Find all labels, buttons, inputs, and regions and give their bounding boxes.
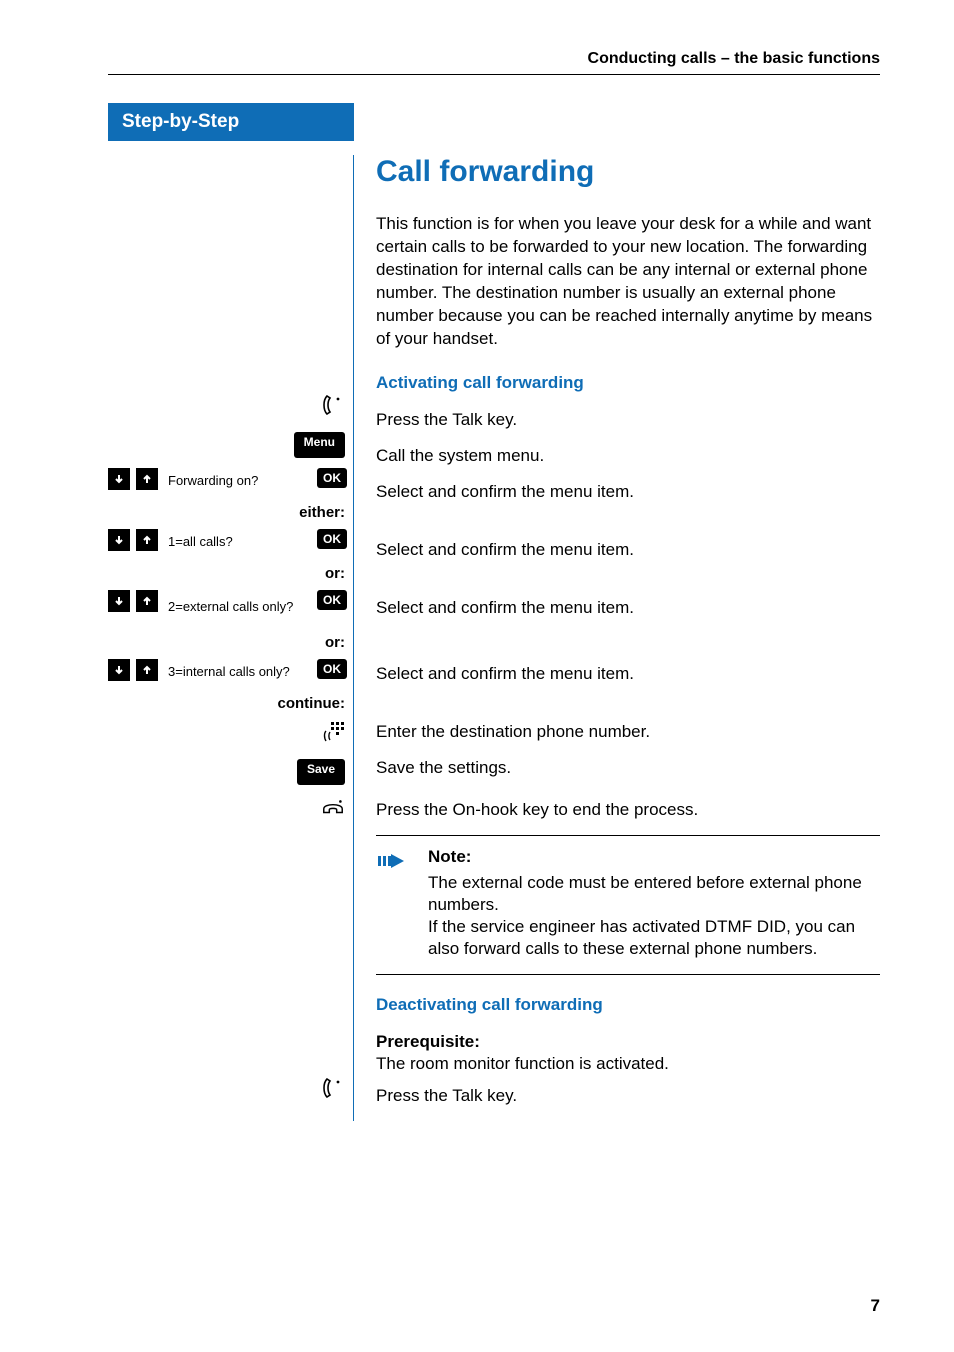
step-text: Select and confirm the menu item.: [376, 663, 880, 689]
ok-button[interactable]: OK: [317, 590, 347, 610]
nav-row-internal: 3=internal calls only? OK: [108, 659, 347, 685]
step-text: Select and confirm the menu item.: [376, 539, 880, 565]
talk-key-icon: [321, 393, 345, 422]
arrow-up-icon[interactable]: [136, 529, 158, 551]
cond-or: or:: [108, 565, 345, 582]
prereq-label: Prerequisite:: [376, 1032, 480, 1051]
keypad-row: [108, 720, 347, 749]
prereq-text: The room monitor function is activated.: [376, 1054, 669, 1073]
step-text: Press the On-hook key to end the process…: [376, 799, 880, 825]
deactivating-heading: Deactivating call forwarding: [376, 995, 880, 1015]
menu-button-row: Menu: [108, 432, 347, 458]
talk-key-icon: [321, 1076, 345, 1105]
talk-key-row-2: [108, 1076, 347, 1105]
activating-heading: Activating call forwarding: [376, 373, 880, 393]
arrow-up-icon[interactable]: [136, 659, 158, 681]
menu-button[interactable]: Menu: [294, 432, 345, 458]
section-heading: Call forwarding: [376, 155, 880, 189]
note-label: Note:: [428, 846, 880, 868]
cond-or: or:: [108, 634, 345, 651]
arrow-down-icon[interactable]: [108, 529, 130, 551]
main-content: Call forwarding This function is for whe…: [354, 155, 880, 1121]
ok-button[interactable]: OK: [317, 659, 347, 679]
note-text: If the service engineer has activated DT…: [428, 917, 855, 958]
menu-item-label: 1=all calls?: [164, 535, 311, 550]
running-header: Conducting calls – the basic functions: [108, 50, 880, 75]
talk-key-row: [108, 393, 347, 422]
step-text: Enter the destination phone number.: [376, 721, 880, 747]
step-text: Press the Talk key.: [376, 1085, 880, 1111]
step-text: Call the system menu.: [376, 445, 880, 471]
onhook-row: [108, 795, 347, 824]
arrow-down-icon[interactable]: [108, 468, 130, 490]
cond-continue: continue:: [108, 695, 345, 712]
page-number: 7: [871, 1296, 880, 1316]
intro-paragraph: This function is for when you leave your…: [376, 213, 880, 351]
note-icon: [376, 846, 410, 960]
nav-row-forwarding: Forwarding on? OK: [108, 468, 347, 494]
arrow-down-icon[interactable]: [108, 590, 130, 612]
keypad-icon: [321, 720, 345, 749]
cond-either: either:: [108, 504, 345, 521]
note-block: Note: The external code must be entered …: [376, 835, 880, 975]
step-text: Select and confirm the menu item.: [376, 481, 880, 507]
prerequisite: Prerequisite: The room monitor function …: [376, 1031, 880, 1075]
content-columns: Menu Forwarding on? OK either: 1=all cal…: [108, 155, 880, 1121]
step-sidebar: Menu Forwarding on? OK either: 1=all cal…: [108, 155, 354, 1121]
ok-button[interactable]: OK: [317, 529, 347, 549]
arrow-up-icon[interactable]: [136, 590, 158, 612]
nav-row-external: 2=external calls only? OK: [108, 590, 347, 624]
step-text: Select and confirm the menu item.: [376, 597, 880, 631]
save-button[interactable]: Save: [297, 759, 345, 785]
menu-item-label: Forwarding on?: [164, 474, 311, 489]
ok-button[interactable]: OK: [317, 468, 347, 488]
save-row: Save: [108, 759, 347, 785]
menu-item-label: 3=internal calls only?: [164, 665, 311, 680]
arrow-down-icon[interactable]: [108, 659, 130, 681]
arrow-up-icon[interactable]: [136, 468, 158, 490]
menu-item-label: 2=external calls only?: [164, 600, 311, 615]
page: Conducting calls – the basic functions S…: [0, 0, 954, 1161]
step-text: Save the settings.: [376, 757, 880, 783]
on-hook-icon: [321, 795, 345, 824]
nav-row-all-calls: 1=all calls? OK: [108, 529, 347, 555]
step-by-step-tab: Step-by-Step: [108, 103, 354, 141]
note-text: The external code must be entered before…: [428, 873, 862, 914]
step-text: Press the Talk key.: [376, 409, 880, 435]
